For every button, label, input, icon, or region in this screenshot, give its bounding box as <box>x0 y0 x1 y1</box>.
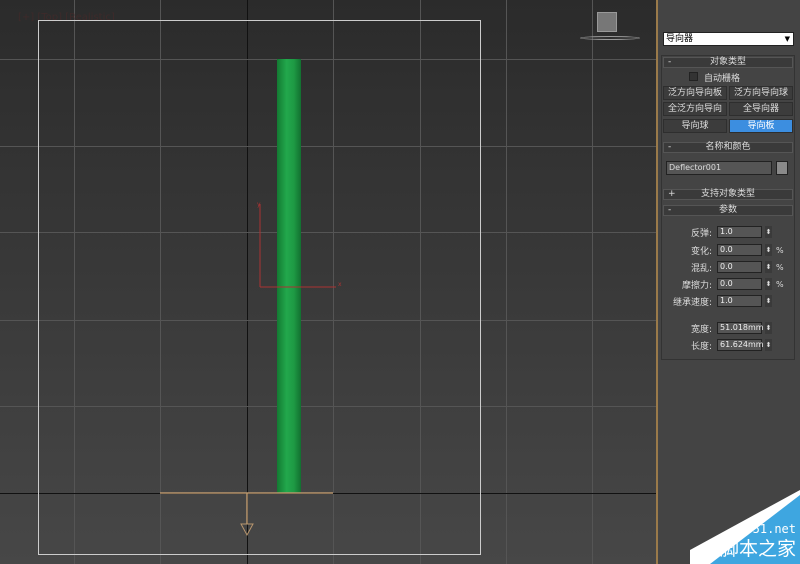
length-input[interactable]: 61.624mm <box>717 339 764 351</box>
viewcube[interactable] <box>597 12 617 32</box>
chaos-input[interactable]: 0.0 <box>717 261 762 273</box>
chevron-down-icon: ▼ <box>784 35 790 43</box>
auto-grid-label: 自动栅格 <box>704 74 741 84</box>
inherit-velocity-input[interactable]: 1.0 <box>717 295 762 307</box>
spinner-icon[interactable]: ⬍ <box>765 226 772 238</box>
btn-udeflector[interactable]: 全导向器 <box>729 102 793 116</box>
category-dropdown[interactable]: 导向器 ▼ <box>663 32 794 46</box>
spinner-icon[interactable]: ⬍ <box>765 278 772 290</box>
svg-text:y: y <box>257 201 261 208</box>
command-panel: 导向器 ▼ - 对象类型 自动栅格 泛方向导向板 泛方向导向球 全泛方向导向 全导… <box>656 0 800 564</box>
btn-uomniflector[interactable]: 全泛方向导向 <box>663 102 727 116</box>
viewport-top[interactable]: [+] [Top] [Realistic] y x <box>0 0 656 564</box>
object-color-swatch[interactable] <box>776 161 788 175</box>
spinner-icon[interactable]: ⬍ <box>765 244 772 256</box>
rollout-supported-objects[interactable]: + 支持对象类型 <box>663 189 793 200</box>
variation-input[interactable]: 0.0 <box>717 244 762 256</box>
svg-text:x: x <box>338 281 342 288</box>
spinner-icon[interactable]: ⬍ <box>765 339 772 351</box>
btn-sdeflector-ball[interactable]: 导向球 <box>663 119 727 133</box>
btn-pomniflector[interactable]: 泛方向导向板 <box>663 86 727 100</box>
dropdown-value: 导向器 <box>666 34 694 44</box>
btn-deflector[interactable]: 导向板 <box>729 119 793 133</box>
deflector-gizmo: y x <box>160 201 342 537</box>
viewcube-ring <box>580 36 640 40</box>
rollout-object-type[interactable]: - 对象类型 <box>663 57 793 68</box>
spinner-icon[interactable]: ⬍ <box>765 261 772 273</box>
watermark: jb51.net 脚本之家 <box>690 490 800 564</box>
rollout-parameters[interactable]: - 参数 <box>663 205 793 216</box>
auto-grid-checkbox[interactable] <box>689 72 698 81</box>
spinner-icon[interactable]: ⬍ <box>765 322 772 334</box>
width-input[interactable]: 51.018mm <box>717 322 764 334</box>
rollout-name-color[interactable]: - 名称和颜色 <box>663 142 793 153</box>
friction-input[interactable]: 0.0 <box>717 278 762 290</box>
spinner-icon[interactable]: ⬍ <box>765 295 772 307</box>
object-name-input[interactable]: Deflector001 <box>666 161 772 175</box>
bounce-input[interactable]: 1.0 <box>717 226 762 238</box>
btn-sdeflector[interactable]: 泛方向导向球 <box>729 86 793 100</box>
